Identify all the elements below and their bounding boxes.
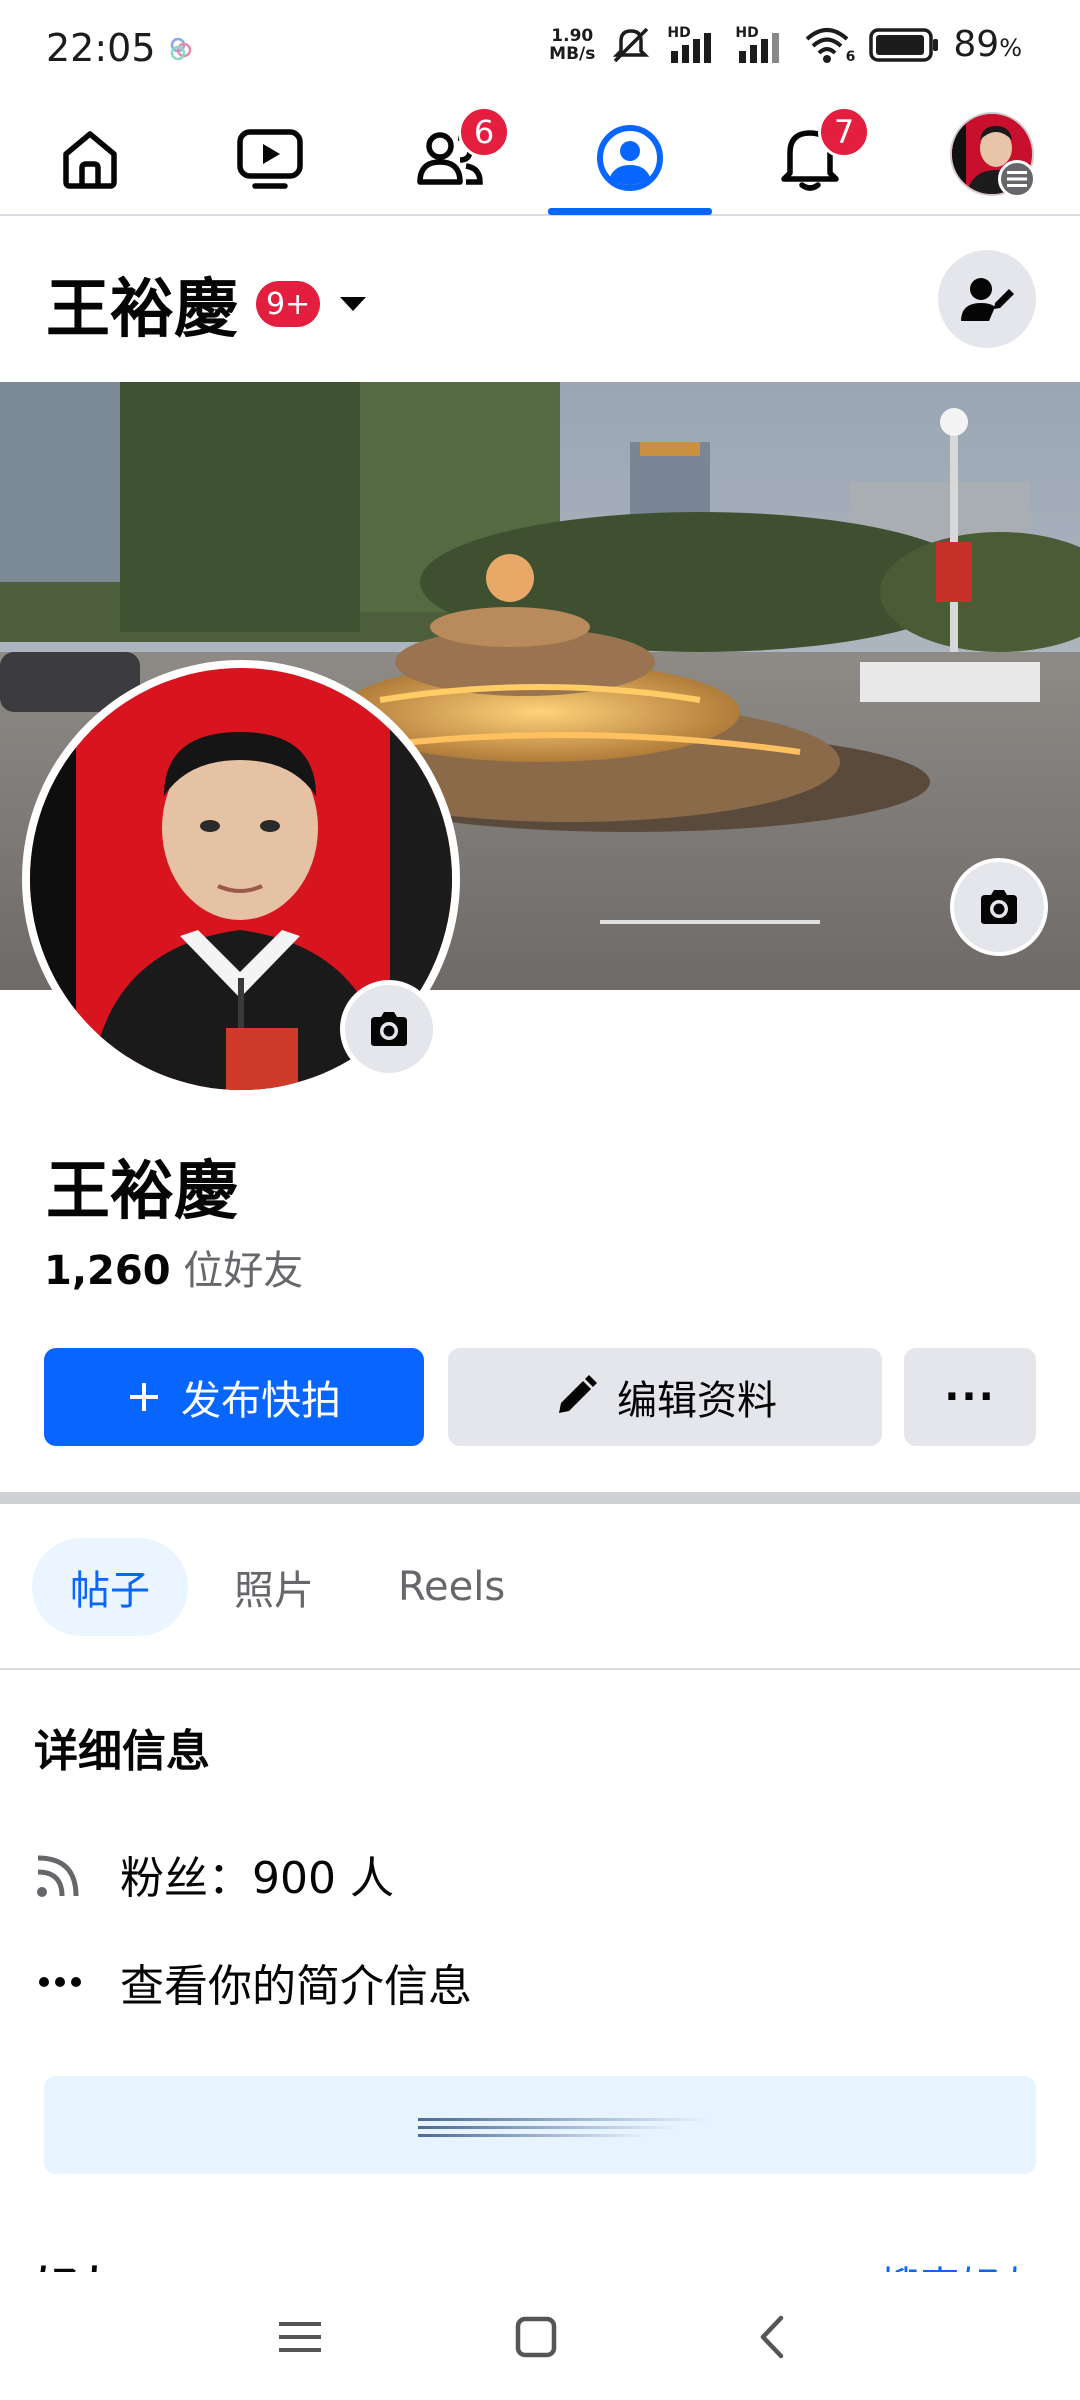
battery-percent: 89% — [953, 24, 1022, 65]
add-story-button[interactable]: 发布快拍 — [44, 1348, 424, 1446]
nav-home[interactable] — [10, 100, 170, 216]
menu-lines-icon — [998, 160, 1036, 198]
top-navigation: 6 7 — [0, 100, 1080, 216]
active-tab-indicator — [548, 208, 712, 215]
pencil-icon — [553, 1375, 597, 1419]
recent-apps-button[interactable] — [260, 2302, 340, 2372]
loading-placeholder — [44, 2076, 1036, 2174]
tab-posts[interactable]: 帖子 — [32, 1538, 188, 1636]
wifi-icon: 6 — [803, 25, 855, 65]
see-about-row[interactable]: 查看你的简介信息 — [34, 1950, 472, 2014]
notifications-badge: 7 — [818, 106, 870, 158]
signal-2-icon: HD — [735, 25, 789, 65]
edit-profile-button[interactable]: 编辑资料 — [448, 1348, 882, 1446]
friend-count[interactable]: 1,260 位好友 — [44, 1238, 303, 1296]
header-profile-name: 王裕慶 — [46, 273, 238, 347]
details-heading: 详细信息 — [34, 1726, 210, 1777]
profile-switcher[interactable]: 王裕慶 9+ — [46, 258, 367, 350]
friends-see-all-link[interactable]: 搜索好友 — [880, 2254, 1040, 2272]
header-badge: 9+ — [256, 281, 321, 327]
ellipsis-icon — [34, 1956, 86, 2008]
edit-profile-shortcut-button[interactable] — [938, 250, 1036, 348]
rss-followers-icon — [34, 1848, 86, 1900]
friend-count-label: 位好友 — [183, 1248, 304, 1294]
back-button[interactable] — [732, 2302, 812, 2372]
edit-profile-label: 编辑资料 — [617, 1378, 777, 1424]
see-about-text: 查看你的简介信息 — [120, 1961, 472, 2012]
profile-display-name: 王裕慶 — [46, 1155, 238, 1229]
cover-camera-button[interactable] — [950, 858, 1048, 956]
person-edit-icon — [961, 278, 1014, 321]
video-icon — [237, 129, 303, 189]
followers-text: 粉丝：900 人 — [120, 1853, 394, 1904]
more-dots-icon: ··· — [944, 1374, 996, 1420]
status-bar: 22:05 1.90 MB/s HD HD 6 89% — [0, 0, 1080, 100]
followers-row[interactable]: 粉丝：900 人 — [34, 1842, 394, 1906]
plus-icon — [127, 1380, 161, 1414]
nav-video[interactable] — [190, 100, 350, 216]
status-time: 22:05 — [46, 26, 156, 70]
chevron-down-icon — [340, 297, 367, 311]
camera-icon — [371, 1012, 407, 1046]
home-icon — [63, 131, 117, 189]
status-icons: 1.90 MB/s HD HD 6 89% — [549, 24, 1022, 65]
section-divider — [0, 1492, 1080, 1504]
app-notification-icon — [170, 37, 192, 61]
nav-profile[interactable] — [550, 100, 710, 216]
square-home-icon — [515, 2316, 557, 2358]
loading-shimmer — [418, 2118, 708, 2137]
friends-section-heading: 好友 — [34, 2252, 122, 2272]
mute-icon — [613, 27, 650, 62]
menu-icon — [279, 2322, 321, 2352]
home-button[interactable] — [496, 2302, 576, 2372]
profile-tabs: 帖子 照片 Reels — [32, 1538, 551, 1636]
network-speed: 1.90 MB/s — [549, 25, 596, 64]
system-navigation-bar — [0, 2272, 1080, 2400]
profile-icon — [597, 125, 663, 191]
more-options-button[interactable]: ··· — [904, 1348, 1036, 1446]
tab-photos[interactable]: 照片 — [196, 1538, 352, 1636]
battery-icon — [869, 27, 939, 62]
friends-badge: 6 — [458, 106, 510, 158]
avatar-camera-button[interactable] — [340, 980, 438, 1078]
friend-count-number: 1,260 — [44, 1248, 171, 1294]
add-story-label: 发布快拍 — [181, 1378, 341, 1424]
signal-1-icon: HD — [667, 25, 721, 65]
tab-divider — [0, 1668, 1080, 1670]
camera-icon — [981, 890, 1017, 924]
tab-reels[interactable]: Reels — [360, 1538, 543, 1636]
back-chevron-icon — [760, 2315, 784, 2359]
